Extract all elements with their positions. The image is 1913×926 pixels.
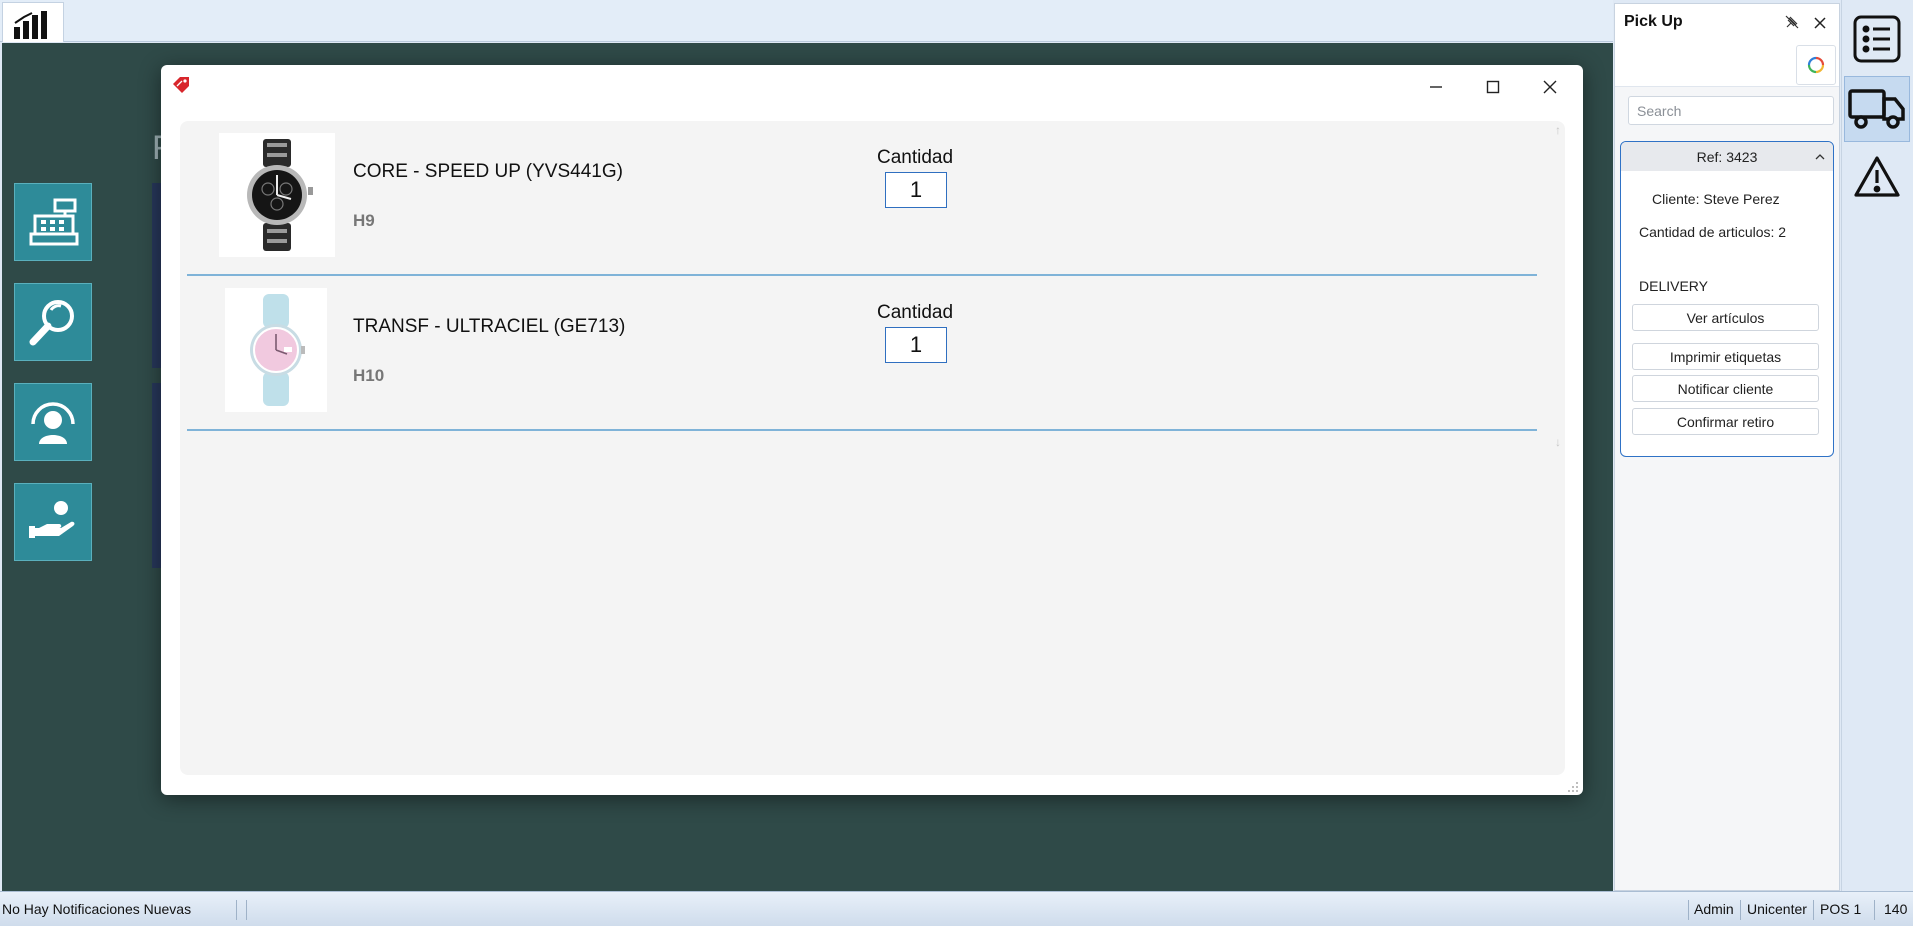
status-divider [1688,900,1689,920]
maximize-button[interactable] [1475,73,1511,101]
close-panel-button[interactable] [1809,12,1831,34]
orders-list-button[interactable] [1844,6,1910,72]
product-image [219,133,335,257]
order-items-dialog: ↑ ↓ CORE - SPEED UP (YVS441G) H9 Cantida… [161,65,1583,795]
resize-grip-icon[interactable] [1567,780,1579,792]
status-divider [246,900,247,920]
user-status: Admin [1694,901,1734,917]
quantity-field[interactable]: 1 [885,172,947,208]
store-status: Unicenter [1747,901,1807,917]
pickup-order-card: Ref: 3423 Cliente: Steve Perez Cantidad … [1620,141,1834,457]
product-location: H9 [353,211,375,230]
status-divider [236,900,237,920]
close-button[interactable] [1532,73,1568,101]
unpin-icon [1785,15,1799,29]
status-divider [1813,900,1814,920]
order-shipping-type: DELIVERY [1639,278,1708,294]
close-icon [1814,17,1826,29]
minimize-button[interactable] [1418,73,1454,101]
minimize-icon [1430,86,1442,88]
close-icon [1543,80,1557,94]
warning-icon [1854,156,1900,197]
order-client: Cliente: Steve Perez [1652,191,1780,207]
notifications-status[interactable]: No Hay Notificaciones Nuevas [2,892,191,926]
bar-chart-icon [14,11,47,39]
counter-status: 140 [1884,901,1908,917]
cash-register-icon [29,198,79,246]
scroll-down-icon[interactable]: ↓ [1555,435,1561,449]
list-item: TRANSF - ULTRACIEL (GE713) H10 Cantidad … [187,276,1537,431]
pickup-delivery-button[interactable] [1844,76,1910,142]
payments-tile[interactable] [14,483,92,561]
search-tile[interactable] [14,283,92,361]
delivery-truck-icon [1848,89,1905,129]
panel-title: Pick Up [1624,13,1683,30]
list-icon [1853,15,1901,63]
order-item-count: Cantidad de articulos: 2 [1639,224,1787,240]
view-items-button[interactable]: Ver artículos [1632,304,1819,331]
scroll-up-icon[interactable]: ↑ [1555,123,1561,137]
order-card-header[interactable]: Ref: 3423 [1621,142,1833,171]
refresh-button[interactable] [1796,45,1836,85]
quantity-label: Cantidad [876,147,954,168]
maximize-icon [1486,80,1500,94]
unpin-button[interactable] [1782,12,1802,32]
chevron-up-icon[interactable] [1814,150,1826,166]
list-item: CORE - SPEED UP (YVS441G) H9 Cantidad 1 [187,121,1537,276]
product-title: CORE - SPEED UP (YVS441G) [353,161,623,182]
user-support-icon [31,402,75,444]
confirm-pickup-button[interactable]: Confirmar retiro [1632,408,1819,435]
alerts-button[interactable] [1844,144,1910,210]
hand-coin-icon [29,501,75,538]
print-labels-button[interactable]: Imprimir etiquetas [1632,343,1819,370]
product-image [225,288,327,412]
pos-status: POS 1 [1820,901,1862,917]
status-divider [1740,900,1741,920]
quantity-label: Cantidad [876,302,954,323]
search-input[interactable] [1628,96,1834,125]
pink-watch-image [250,294,305,406]
quantity-field[interactable]: 1 [885,327,947,363]
pos-sale-tile[interactable] [14,183,92,261]
sale-tag-icon [171,75,191,100]
status-bar: No Hay Notificaciones Nuevas Admin Unice… [0,891,1913,926]
notify-client-button[interactable]: Notificar cliente [1632,375,1819,402]
status-divider [1874,900,1875,920]
top-strip [0,0,1613,42]
items-list[interactable]: ↑ ↓ CORE - SPEED UP (YVS441G) H9 Cantida… [180,121,1565,775]
customer-tile[interactable] [14,383,92,461]
product-title: TRANSF - ULTRACIEL (GE713) [353,316,626,337]
app-tab[interactable] [2,2,64,42]
order-ref: Ref: 3423 [1696,148,1758,165]
magnifier-icon [29,300,74,346]
refresh-icon [1807,56,1825,74]
pickup-panel: Pick Up Ref: 3423 Cliente: Steve Perez C… [1614,3,1840,891]
product-location: H10 [353,366,385,385]
black-watch-image [247,139,313,251]
right-toolbar [1841,0,1913,891]
